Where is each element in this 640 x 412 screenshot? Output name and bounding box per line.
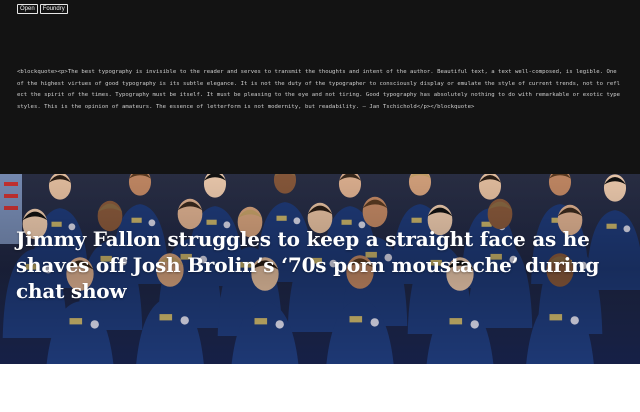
foundry-button[interactable]: Foundry <box>39 4 68 14</box>
editor-panel: Open Foundry <blockquote><p>The best typ… <box>0 0 640 174</box>
headline: Jimmy Fallon struggles to keep a straigh… <box>16 227 600 303</box>
code-sample: <blockquote><p>The best typography is in… <box>17 69 621 110</box>
top-nav: Open Foundry <box>17 4 68 14</box>
open-button[interactable]: Open <box>17 4 38 14</box>
